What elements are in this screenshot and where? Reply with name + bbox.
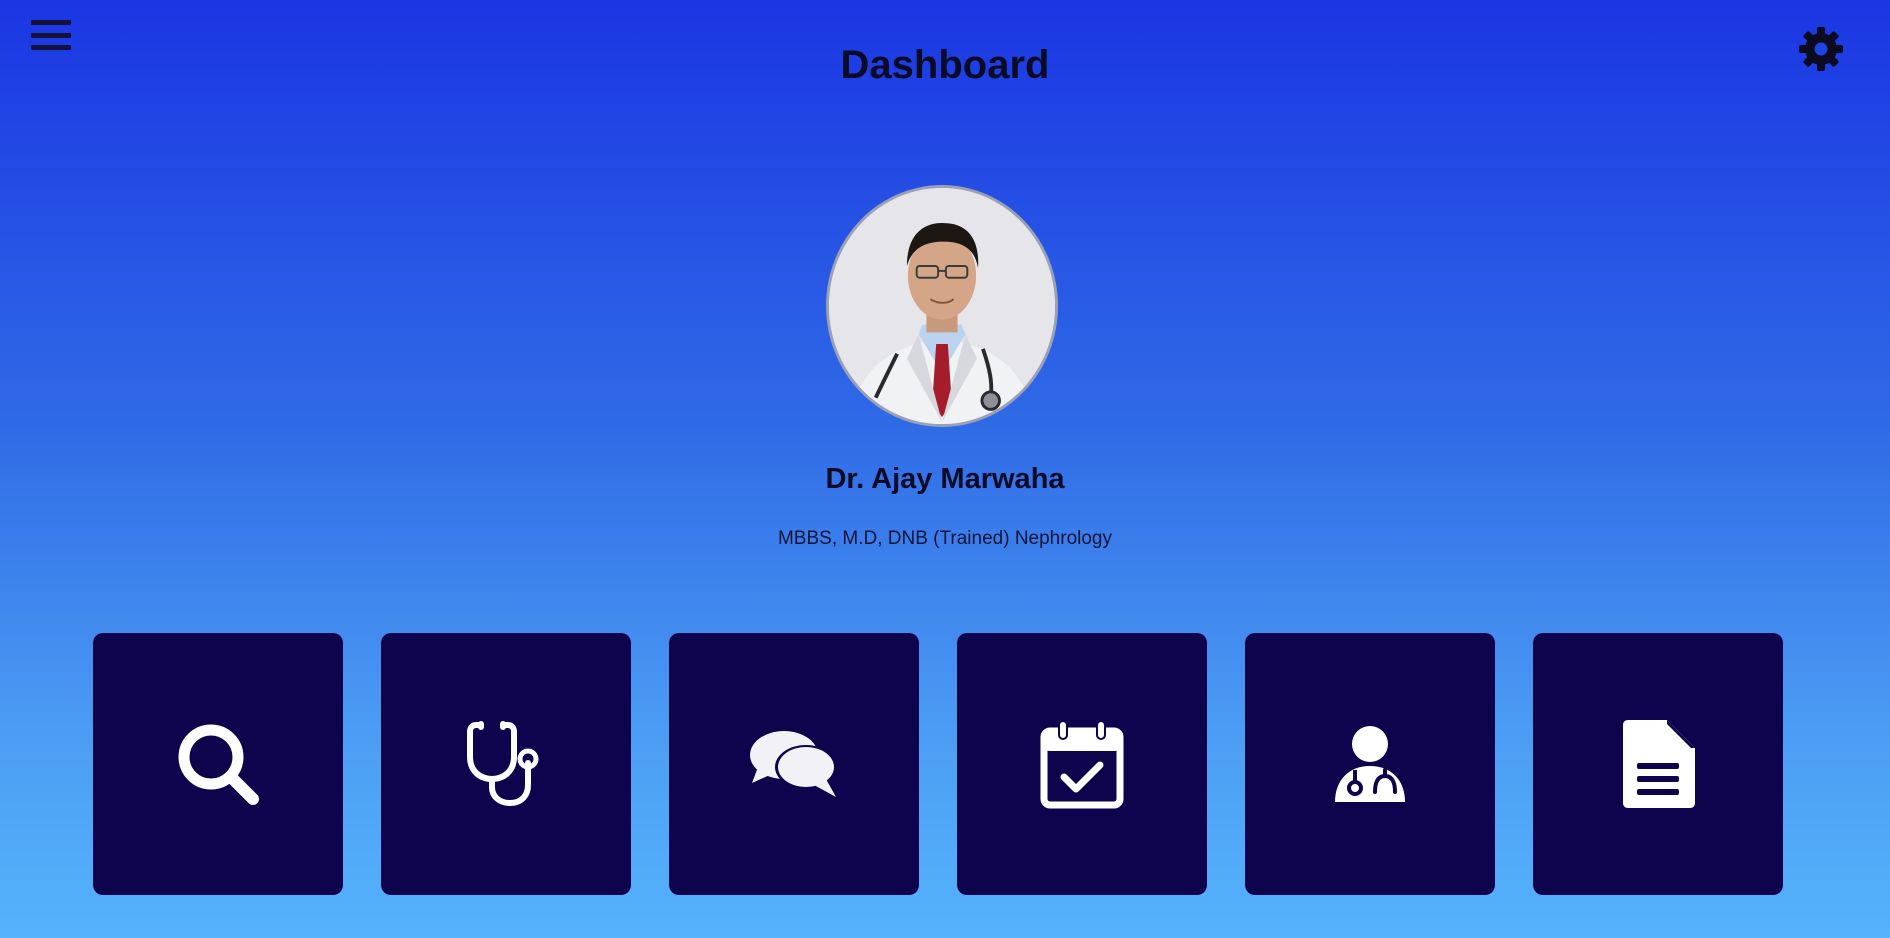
stethoscope-tile[interactable] (381, 633, 631, 895)
document-icon (1623, 720, 1695, 808)
page-title: Dashboard (840, 43, 1050, 87)
doctor-icon (1335, 726, 1405, 802)
calendar-check-icon (1040, 720, 1124, 809)
action-tiles (93, 633, 1783, 895)
stethoscope-icon (467, 721, 539, 807)
gear-icon (1799, 27, 1843, 71)
search-tile[interactable] (93, 633, 343, 895)
chat-bubbles-icon (750, 731, 837, 797)
doctor-name: Dr. Ajay Marwaha (825, 463, 1065, 495)
search-icon (178, 724, 259, 805)
doctors-tile[interactable] (1245, 633, 1495, 895)
doctor-portrait (829, 188, 1055, 424)
chat-tile[interactable] (669, 633, 919, 895)
menu-line (31, 32, 71, 38)
settings-button[interactable] (1798, 26, 1844, 72)
doctor-qualification: MBBS, M.D, DNB (Trained) Nephrology (777, 528, 1112, 549)
doctor-avatar (826, 185, 1058, 427)
appointments-tile[interactable] (957, 633, 1207, 895)
menu-line (31, 20, 71, 25)
documents-tile[interactable] (1533, 633, 1783, 895)
